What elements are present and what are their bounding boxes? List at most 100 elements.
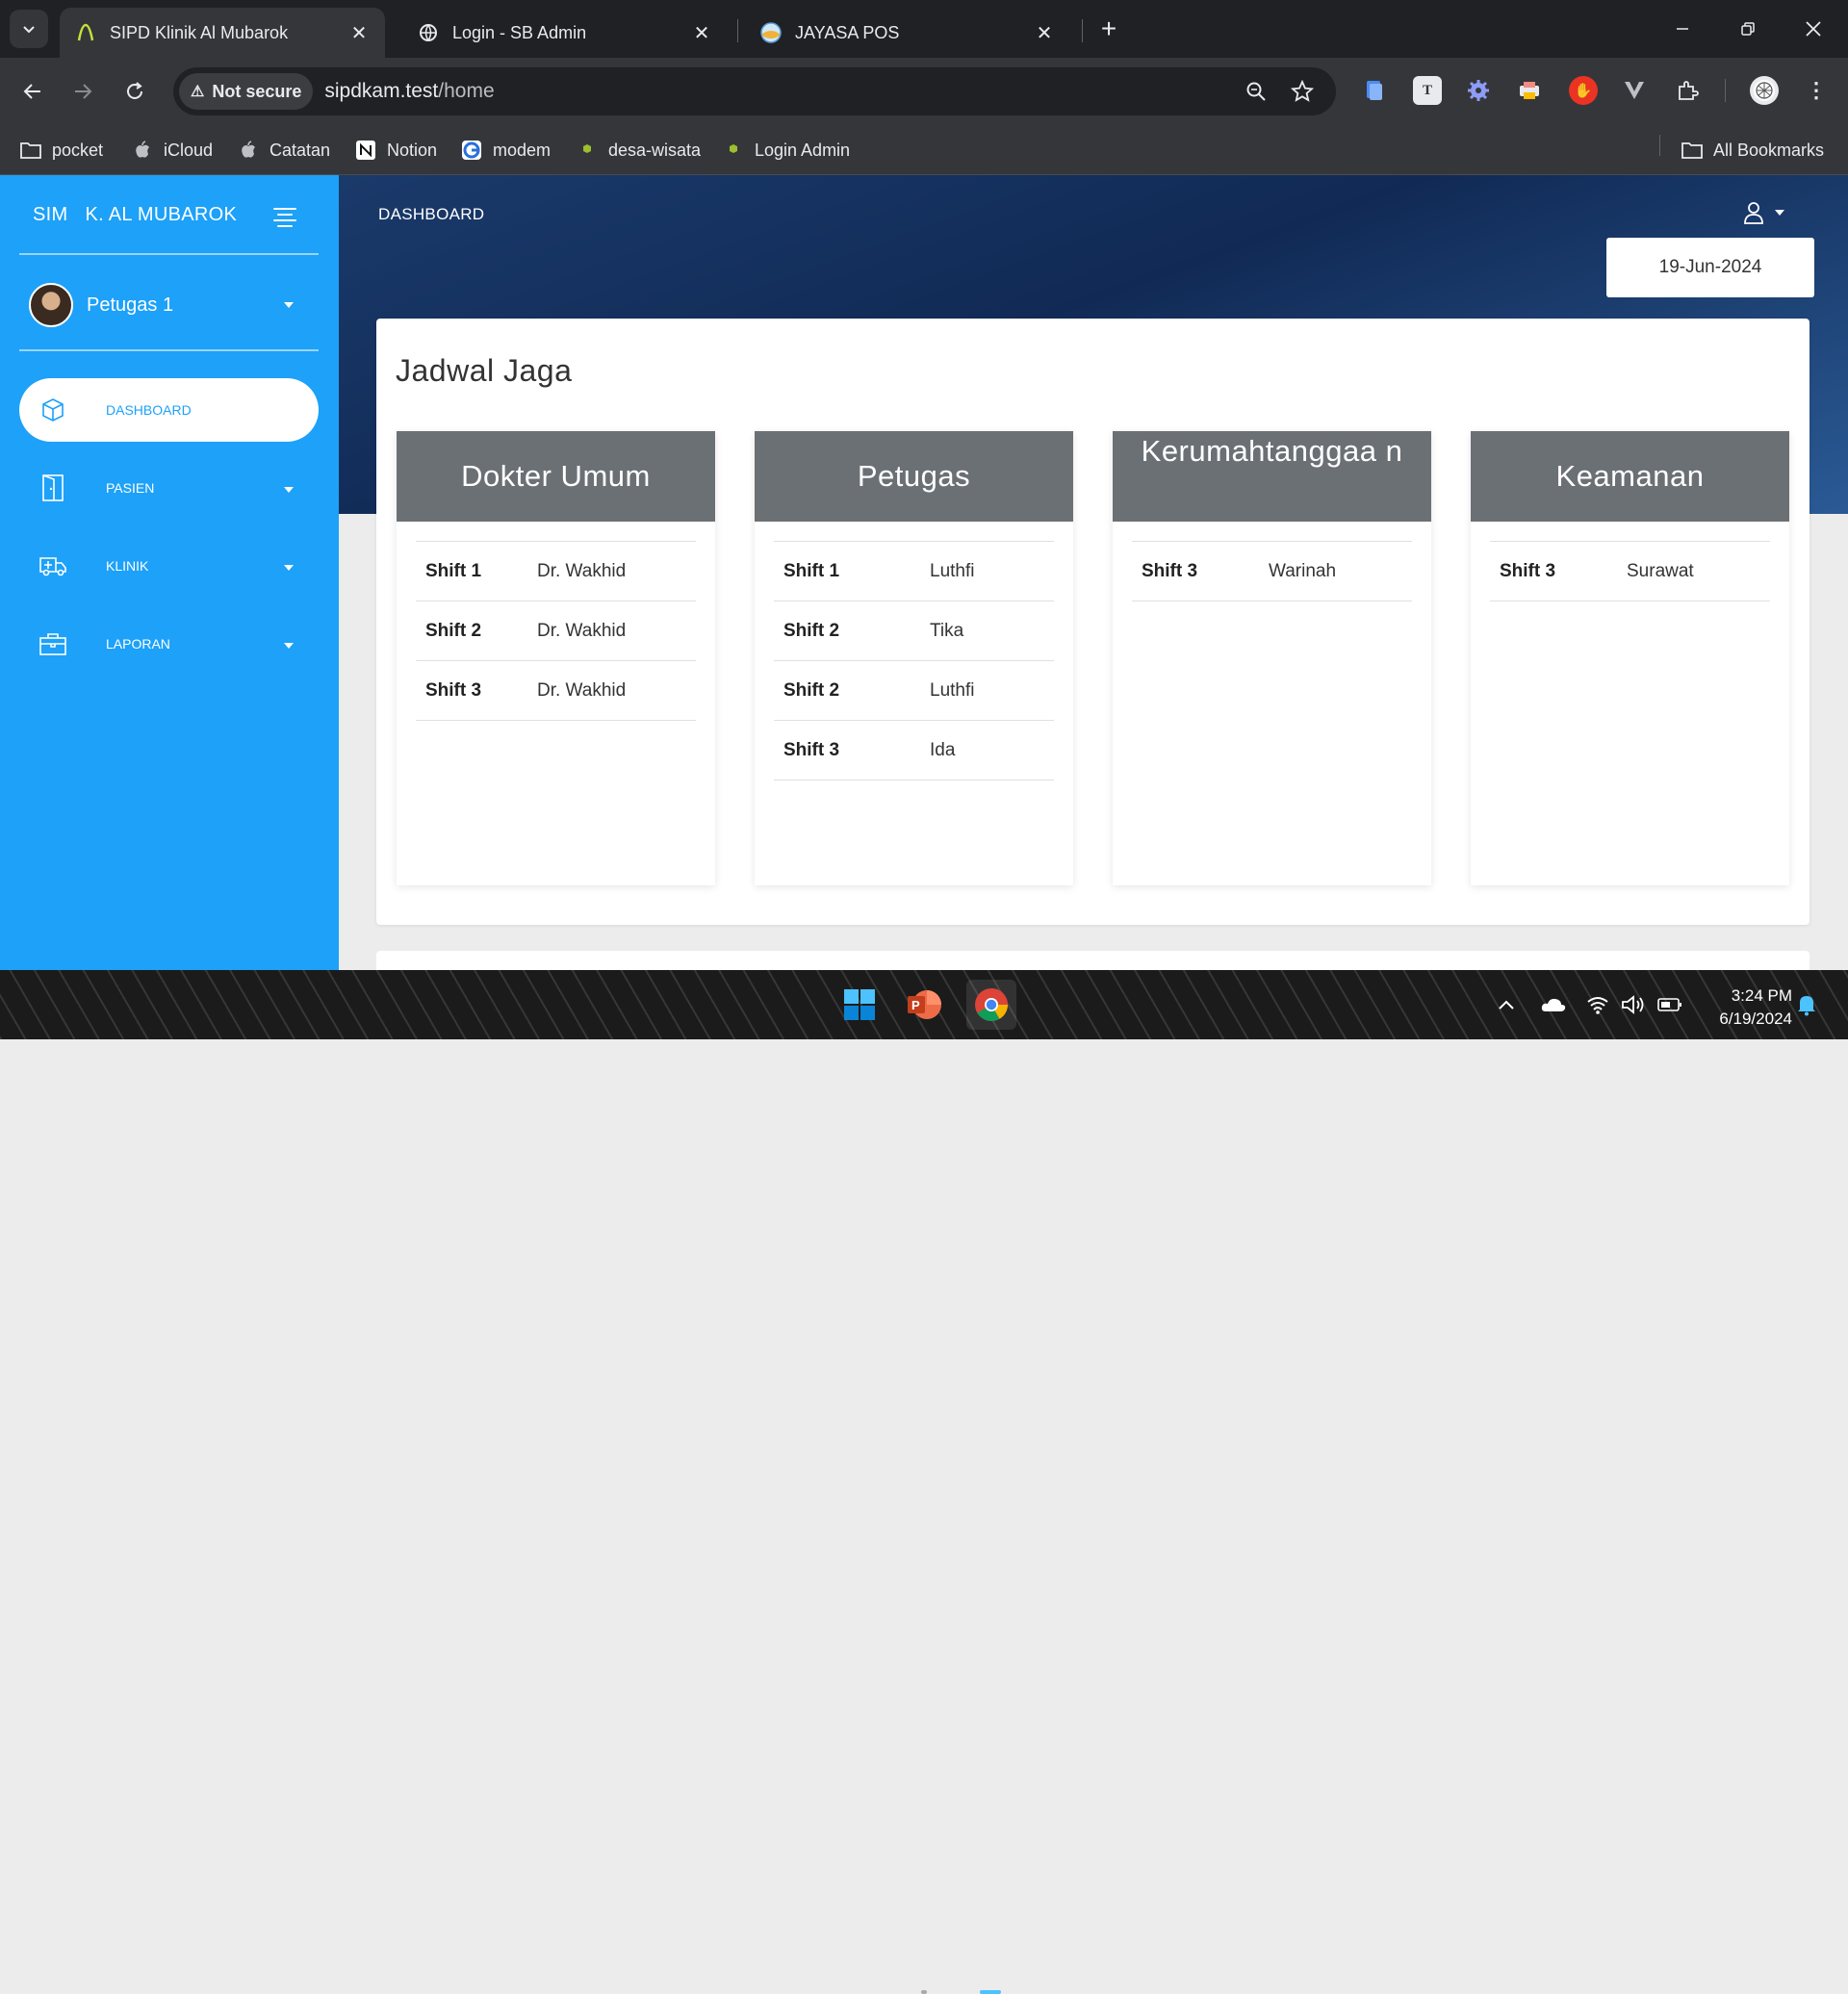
restore-button[interactable] [1729,10,1767,48]
bookmark-login-admin[interactable]: Login Admin [722,131,850,169]
shift-label: Shift 3 [783,739,840,760]
sidebar-item-dashboard[interactable]: DASHBOARD [19,378,319,442]
url-text[interactable]: sipdkam.test/home [324,80,494,103]
chrome-taskbar-button[interactable] [966,980,1016,1030]
powerpoint-taskbar-button[interactable]: P [903,984,945,1026]
bookmark-star-icon[interactable] [1288,77,1317,106]
notification-bell-icon[interactable] [1796,993,1817,1016]
folder-icon [19,139,42,162]
onedrive-cloud-icon[interactable] [1540,993,1567,1016]
cube-icon [38,396,67,424]
extension-printer-icon[interactable] [1515,76,1544,105]
close-tab-icon[interactable]: ✕ [1034,22,1055,44]
extension-blue-icon[interactable] [1360,76,1389,105]
powerpoint-icon: P [908,990,941,1019]
extensions-puzzle-icon[interactable] [1673,76,1702,105]
bookmark-label: desa-wisata [608,140,702,160]
laravel-icon [722,139,745,162]
user-menu-button[interactable] [1742,200,1784,225]
arrow-right-icon [75,84,92,99]
caret-down-icon[interactable] [284,487,294,493]
profile-avatar-icon[interactable] [1750,76,1779,105]
sidebar: SIM K. AL MUBAROK Petugas 1 DASHBOARD PA… [0,175,339,970]
sidebar-item-label: DASHBOARD [106,402,192,418]
tab-sipd-klinik[interactable]: SIPD Klinik Al Mubarok ✕ [60,8,385,58]
start-button[interactable] [838,984,881,1026]
bookmark-notion[interactable]: Notion [354,131,437,169]
brand[interactable]: SIM K. AL MUBAROK [33,204,237,226]
taskbar-clock[interactable]: 3:24 PM 6/19/2024 [1700,984,1792,1031]
bookmark-label: iCloud [164,140,214,160]
battery-icon[interactable] [1657,993,1682,1016]
browser-menu-icon[interactable]: ⋮ [1802,76,1831,105]
bookmark-pocket[interactable]: pocket [19,131,103,169]
clock-date: 6/19/2024 [1719,1010,1792,1028]
jayasa-favicon-icon [760,22,782,43]
sidebar-item-pasien[interactable]: PASIEN [19,456,319,520]
running-indicator [921,1990,927,1994]
caret-down-icon[interactable] [284,302,294,308]
close-window-button[interactable] [1794,10,1833,48]
bookmark-label: modem [493,140,552,160]
close-tab-icon[interactable]: ✕ [691,22,712,44]
forward-button[interactable] [64,72,102,111]
tab-jayasa-pos[interactable]: JAYASA POS ✕ [745,8,1070,58]
staff-name: Dr. Wakhid [537,679,627,701]
volume-icon[interactable] [1621,993,1646,1016]
bookmark-modem[interactable]: modem [460,131,551,169]
zoom-search-icon[interactable] [1242,77,1270,106]
chevron-down-icon [23,26,35,34]
tab-login-sb-admin[interactable]: Login - SB Admin ✕ [402,8,728,58]
taskbar: P 3:24 PM 6/19/2024 [0,970,1848,1994]
shift-list: Shift 3 Warinah [1132,541,1412,601]
card-title: Dokter Umum [397,431,715,522]
shift-list: Shift 1 Luthfi Shift 2 Tika Shift 2 Luth… [774,541,1054,780]
shift-label: Shift 3 [425,679,482,701]
bookmark-desa-wisata[interactable]: desa-wisata [576,131,701,169]
avatar [29,283,73,327]
extension-v-icon[interactable] [1620,76,1649,105]
bookmarks-bar: pocket iCloud Catatan Notion modem desa-… [0,125,1848,175]
staff-name: Luthfi [930,560,975,581]
shift-label: Shift 2 [425,620,482,641]
brand-name: K. AL MUBAROK [85,204,238,225]
laravel-icon [576,139,599,162]
chrome-icon [975,988,1008,1021]
table-row: Shift 2 Luthfi [774,661,1054,721]
shift-label: Shift 3 [1142,560,1198,581]
wifi-icon[interactable] [1586,993,1609,1016]
page-title: DASHBOARD [378,205,485,223]
security-chip[interactable]: ⚠ Not secure [179,73,314,110]
shift-label: Shift 3 [1500,560,1556,581]
show-hidden-icons-button[interactable] [1498,993,1515,1016]
extension-text-icon[interactable]: T [1413,76,1442,105]
tab-search-button[interactable] [10,10,48,48]
close-tab-icon[interactable]: ✕ [348,22,370,44]
bookmark-icloud[interactable]: iCloud [131,131,213,169]
table-row: Shift 3 Surawat [1490,542,1770,601]
sidebar-item-klinik[interactable]: KLINIK [19,534,319,598]
reload-button[interactable] [116,72,154,111]
briefcase-icon [38,629,67,658]
user-profile[interactable]: Petugas 1 [29,283,173,327]
sidebar-toggle-icon[interactable] [273,208,296,227]
new-tab-button[interactable]: + [1093,13,1124,44]
user-icon [1744,202,1763,224]
caret-down-icon[interactable] [284,643,294,649]
extension-gear-icon[interactable] [1464,76,1493,105]
bookmark-catatan[interactable]: Catatan [237,131,330,169]
extension-stop-hand-icon[interactable]: ✋ [1569,76,1598,105]
minimize-button[interactable] [1663,10,1702,48]
back-button[interactable] [13,72,52,111]
folder-icon [1681,139,1704,162]
staff-name: Warinah [1269,560,1337,581]
all-bookmarks-button[interactable]: All Bookmarks [1681,131,1824,169]
reload-icon [127,82,142,99]
address-bar[interactable]: ⚠ Not secure sipdkam.test/home [173,67,1336,115]
caret-down-icon[interactable] [284,565,294,571]
sidebar-item-label: PASIEN [106,480,155,496]
windows-icon [844,989,875,1020]
sidebar-item-laporan[interactable]: LAPORAN [19,612,319,676]
sidebar-divider [19,253,319,255]
apple-icon [237,139,260,162]
